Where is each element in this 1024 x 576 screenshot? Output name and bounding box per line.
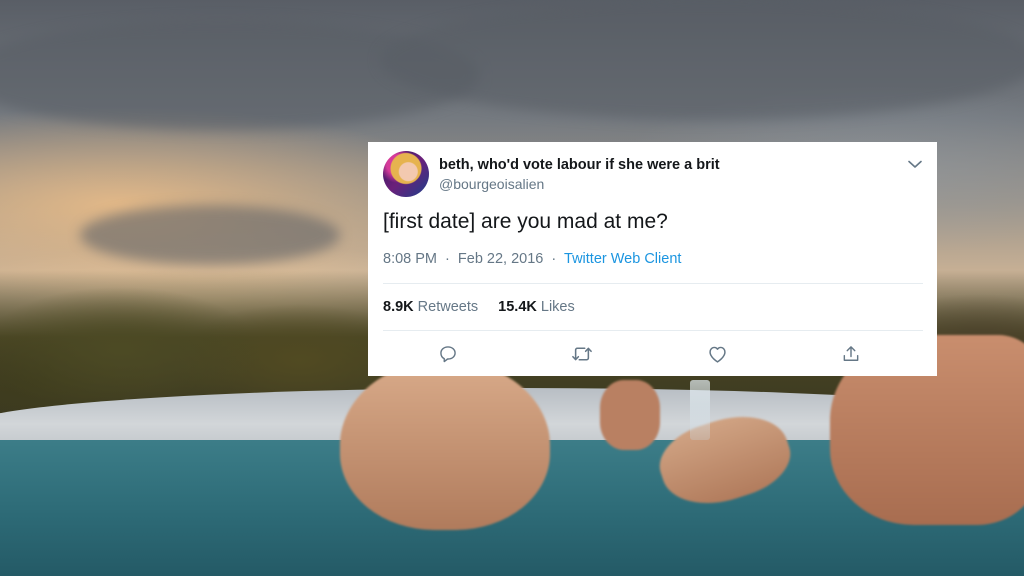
avatar[interactable]	[383, 151, 429, 197]
retweets-stat[interactable]: 8.9K Retweets	[383, 299, 478, 315]
wine-glass	[690, 380, 710, 440]
tweet-date[interactable]: Feb 22, 2016	[458, 251, 543, 267]
retweets-count: 8.9K	[383, 299, 414, 315]
tweet-stats: 8.9K Retweets 15.4K Likes	[383, 299, 591, 315]
tweet-text: [first date] are you mad at me?	[383, 210, 668, 233]
likes-count: 15.4K	[498, 299, 537, 315]
tweet-time[interactable]: 8:08 PM	[383, 251, 437, 267]
likes-stat[interactable]: 15.4K Likes	[498, 299, 575, 315]
likes-label: Likes	[540, 299, 575, 315]
person-left	[340, 360, 550, 530]
display-name[interactable]: beth, who'd vote labour if she were a br…	[439, 157, 720, 173]
tweet-card: beth, who'd vote labour if she were a br…	[368, 142, 937, 376]
like-icon[interactable]	[705, 342, 729, 366]
meta-separator: ·	[445, 251, 450, 267]
retweets-label: Retweets	[417, 299, 479, 315]
reply-icon[interactable]	[436, 342, 460, 366]
cloud	[380, 0, 1024, 120]
chevron-down-icon[interactable]	[906, 156, 924, 172]
meta-separator: ·	[551, 251, 557, 267]
cloud	[80, 205, 340, 265]
retweet-icon[interactable]	[570, 342, 594, 366]
divider	[383, 330, 923, 331]
client-link[interactable]: Twitter Web Client	[564, 251, 681, 267]
divider	[383, 283, 923, 284]
share-icon[interactable]	[839, 342, 863, 366]
hand	[600, 380, 660, 450]
tweet-actions	[436, 342, 876, 366]
tweet-meta: 8:08 PM · Feb 22, 2016 · Twitter Web Cli…	[383, 251, 681, 267]
user-handle[interactable]: @bourgeoisalien	[439, 176, 544, 192]
